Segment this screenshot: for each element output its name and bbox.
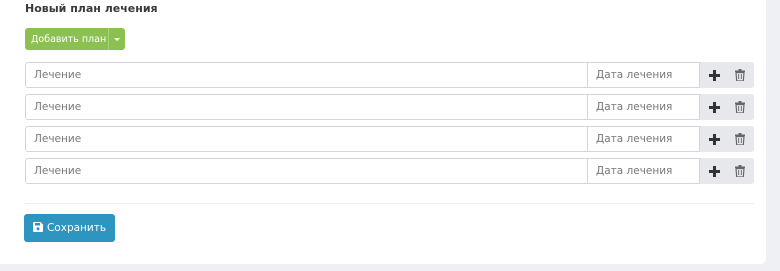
plus-icon[interactable] [704,97,724,117]
treatment-row: Лечение Дата лечения [25,94,754,120]
add-plan-label: Добавить план [31,33,107,45]
treatment-date-input[interactable]: Дата лечения [588,94,700,120]
treatment-date-input[interactable]: Дата лечения [588,126,700,152]
treatment-date-input[interactable]: Дата лечения [588,158,700,184]
treatment-row: Лечение Дата лечения [25,158,754,184]
trash-icon[interactable] [730,97,750,117]
add-plan-button[interactable]: Добавить план [25,28,125,50]
treatment-input[interactable]: Лечение [25,158,588,184]
treatment-row: Лечение Дата лечения [25,126,754,152]
plus-icon[interactable] [704,65,724,85]
treatment-input[interactable]: Лечение [25,62,588,88]
row-actions [700,62,754,88]
trash-icon[interactable] [730,161,750,181]
row-actions [700,126,754,152]
plus-icon[interactable] [704,129,724,149]
treatment-plan-card: Новый план лечения Добавить план Лечение… [0,0,766,264]
row-actions [700,94,754,120]
trash-icon[interactable] [730,65,750,85]
treatment-row: Лечение Дата лечения [25,62,754,88]
form-divider [25,203,754,204]
treatment-date-input[interactable]: Дата лечения [588,62,700,88]
plus-icon[interactable] [704,161,724,181]
floppy-disk-icon [32,221,43,235]
treatment-input[interactable]: Лечение [25,126,588,152]
trash-icon[interactable] [730,129,750,149]
form-title: Новый план лечения [25,2,158,15]
save-label: Сохранить [46,222,107,234]
treatment-input[interactable]: Лечение [25,94,588,120]
save-button[interactable]: Сохранить [24,214,115,242]
row-actions [700,158,754,184]
caret-down-icon[interactable] [108,28,125,50]
